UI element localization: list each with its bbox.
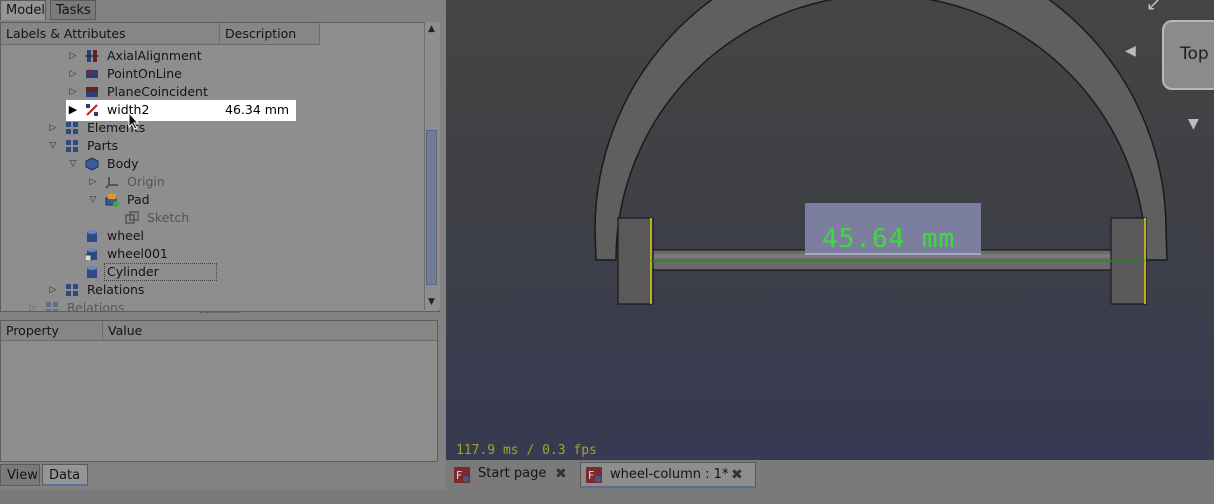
- tab-view[interactable]: View: [0, 464, 40, 486]
- expand-arrow-icon[interactable]: ▷: [67, 65, 79, 83]
- column-header-property[interactable]: Property: [1, 321, 103, 341]
- tree-item-sketch[interactable]: Sketch: [1, 209, 423, 227]
- expand-arrow-icon[interactable]: ▷: [67, 83, 79, 101]
- tree-item-wheel[interactable]: wheel: [1, 227, 423, 245]
- axial-alignment-icon: [85, 49, 99, 63]
- dimension-label-text[interactable]: 45.64 mm: [822, 224, 955, 254]
- tree-item-point-on-line[interactable]: ▷ PointOnLine: [1, 65, 423, 83]
- tree-item-label: Body: [107, 156, 139, 171]
- cylinder-icon: [85, 265, 99, 279]
- splitter-handle[interactable]: [200, 312, 240, 317]
- collapse-arrow-icon[interactable]: ▽: [67, 155, 79, 173]
- tree-item-pad[interactable]: ▽ Pad: [1, 191, 423, 209]
- column-header-labels[interactable]: Labels & Attributes: [1, 23, 220, 45]
- property-editor[interactable]: Property Value: [0, 320, 438, 462]
- tree-item-label: PlaneCoincident: [107, 84, 208, 99]
- relations-icon: [65, 283, 79, 297]
- 3d-viewport[interactable]: 45.64 mm Top ◀ ↙ ▼ 117.9 ms / 0.3 fps: [446, 0, 1214, 460]
- tree-item-label: Relations: [87, 282, 145, 297]
- column-header-description[interactable]: Description: [220, 23, 320, 45]
- expand-arrow-icon[interactable]: ▷: [47, 119, 59, 137]
- mouse-cursor-icon: [128, 111, 140, 133]
- point-on-line-icon: [85, 67, 99, 81]
- expand-arrow-icon[interactable]: ▷: [67, 47, 79, 65]
- expand-arrow-icon[interactable]: ▶: [67, 101, 79, 119]
- status-bar: [0, 490, 1214, 504]
- tree-item-parts[interactable]: ▽ Parts: [1, 137, 423, 155]
- tree-item-origin[interactable]: ▷ Origin: [1, 173, 423, 191]
- collapse-arrow-icon[interactable]: ▽: [47, 137, 59, 155]
- tree-item-body[interactable]: ▽ Body: [1, 155, 423, 173]
- tree-item-label: PointOnLine: [107, 66, 182, 81]
- tab-tasks[interactable]: Tasks: [50, 0, 96, 20]
- tab-data[interactable]: Data: [42, 464, 88, 486]
- tree-item-width2-selected[interactable]: ▶ width2 46.34 mm: [66, 100, 296, 121]
- tree-item-label: wheel001: [107, 246, 168, 261]
- plane-coincident-icon: [85, 85, 99, 99]
- navcube-rotate-arrow-icon[interactable]: ↙: [1146, 0, 1161, 15]
- svg-text:F: F: [588, 469, 594, 482]
- doc-tab-label: Start page: [478, 466, 547, 481]
- body-icon: [85, 157, 99, 171]
- tree-scrollbar-thumb[interactable]: [426, 130, 437, 285]
- model-tree[interactable]: Labels & Attributes Description ▷ AxialA…: [0, 22, 440, 312]
- doc-tab-wheel-column[interactable]: F wheel-column : 1* ✖: [580, 462, 756, 488]
- origin-icon: [105, 175, 119, 189]
- navigation-cube[interactable]: Top: [1162, 20, 1214, 90]
- cylinder-icon: [85, 229, 99, 243]
- tree-item-plane-coincident[interactable]: ▷ PlaneCoincident: [1, 83, 423, 101]
- tree-item-label: Pad: [127, 192, 150, 207]
- tree-item-relations[interactable]: ▷ Relations: [1, 281, 423, 299]
- tree-item-label: wheel: [107, 228, 144, 243]
- parts-group-icon: [65, 139, 79, 153]
- elements-group-icon: [65, 121, 79, 135]
- scroll-down-icon[interactable]: ▼: [426, 297, 437, 309]
- close-tab-icon[interactable]: ✖: [731, 463, 743, 487]
- tree-item-cylinder[interactable]: Cylinder: [1, 263, 423, 281]
- tree-item-relations-secondary[interactable]: ▷ Relations: [1, 299, 423, 312]
- column-header-value[interactable]: Value: [103, 321, 437, 341]
- svg-text:F: F: [456, 469, 462, 482]
- tree-item-label: Cylinder: [104, 263, 217, 281]
- collapse-arrow-icon[interactable]: ▽: [87, 191, 99, 209]
- fps-counter: 117.9 ms / 0.3 fps: [456, 443, 597, 458]
- tree-item-axial-alignment[interactable]: ▷ AxialAlignment: [1, 47, 423, 65]
- distance-constraint-icon: [85, 103, 99, 117]
- tree-item-label: Sketch: [147, 210, 190, 225]
- expand-arrow-icon[interactable]: ▷: [27, 299, 39, 311]
- navcube-rotate-left-icon[interactable]: ◀: [1125, 43, 1136, 59]
- tree-item-elements[interactable]: ▷ Elements: [1, 119, 423, 137]
- freecad-icon: F: [586, 467, 602, 492]
- freecad-icon: F: [454, 467, 470, 492]
- relations-icon: [45, 301, 59, 311]
- tree-item-label: AxialAlignment: [107, 48, 202, 63]
- tree-item-label: Origin: [127, 174, 165, 189]
- cylinder-link-icon: [84, 247, 99, 262]
- doc-tab-start-page[interactable]: F Start page ✖: [448, 462, 576, 488]
- sketch-icon: [125, 211, 139, 225]
- doc-tab-label: wheel-column : 1*: [610, 467, 729, 482]
- expand-arrow-icon[interactable]: ▷: [47, 281, 59, 299]
- scroll-up-icon[interactable]: ▲: [426, 24, 437, 36]
- navcube-menu-icon[interactable]: ▼: [1188, 116, 1199, 132]
- tree-item-label: Parts: [87, 138, 119, 153]
- tree-item-description: 46.34 mm: [225, 102, 290, 117]
- navcube-face-label: Top: [1180, 44, 1209, 64]
- close-tab-icon[interactable]: ✖: [555, 462, 567, 486]
- tab-model[interactable]: Model: [0, 0, 46, 20]
- expand-arrow-icon[interactable]: ▷: [87, 173, 99, 191]
- tree-item-wheel001[interactable]: wheel001: [1, 245, 423, 263]
- pad-icon: [105, 193, 119, 207]
- tree-item-label: Relations: [67, 300, 125, 312]
